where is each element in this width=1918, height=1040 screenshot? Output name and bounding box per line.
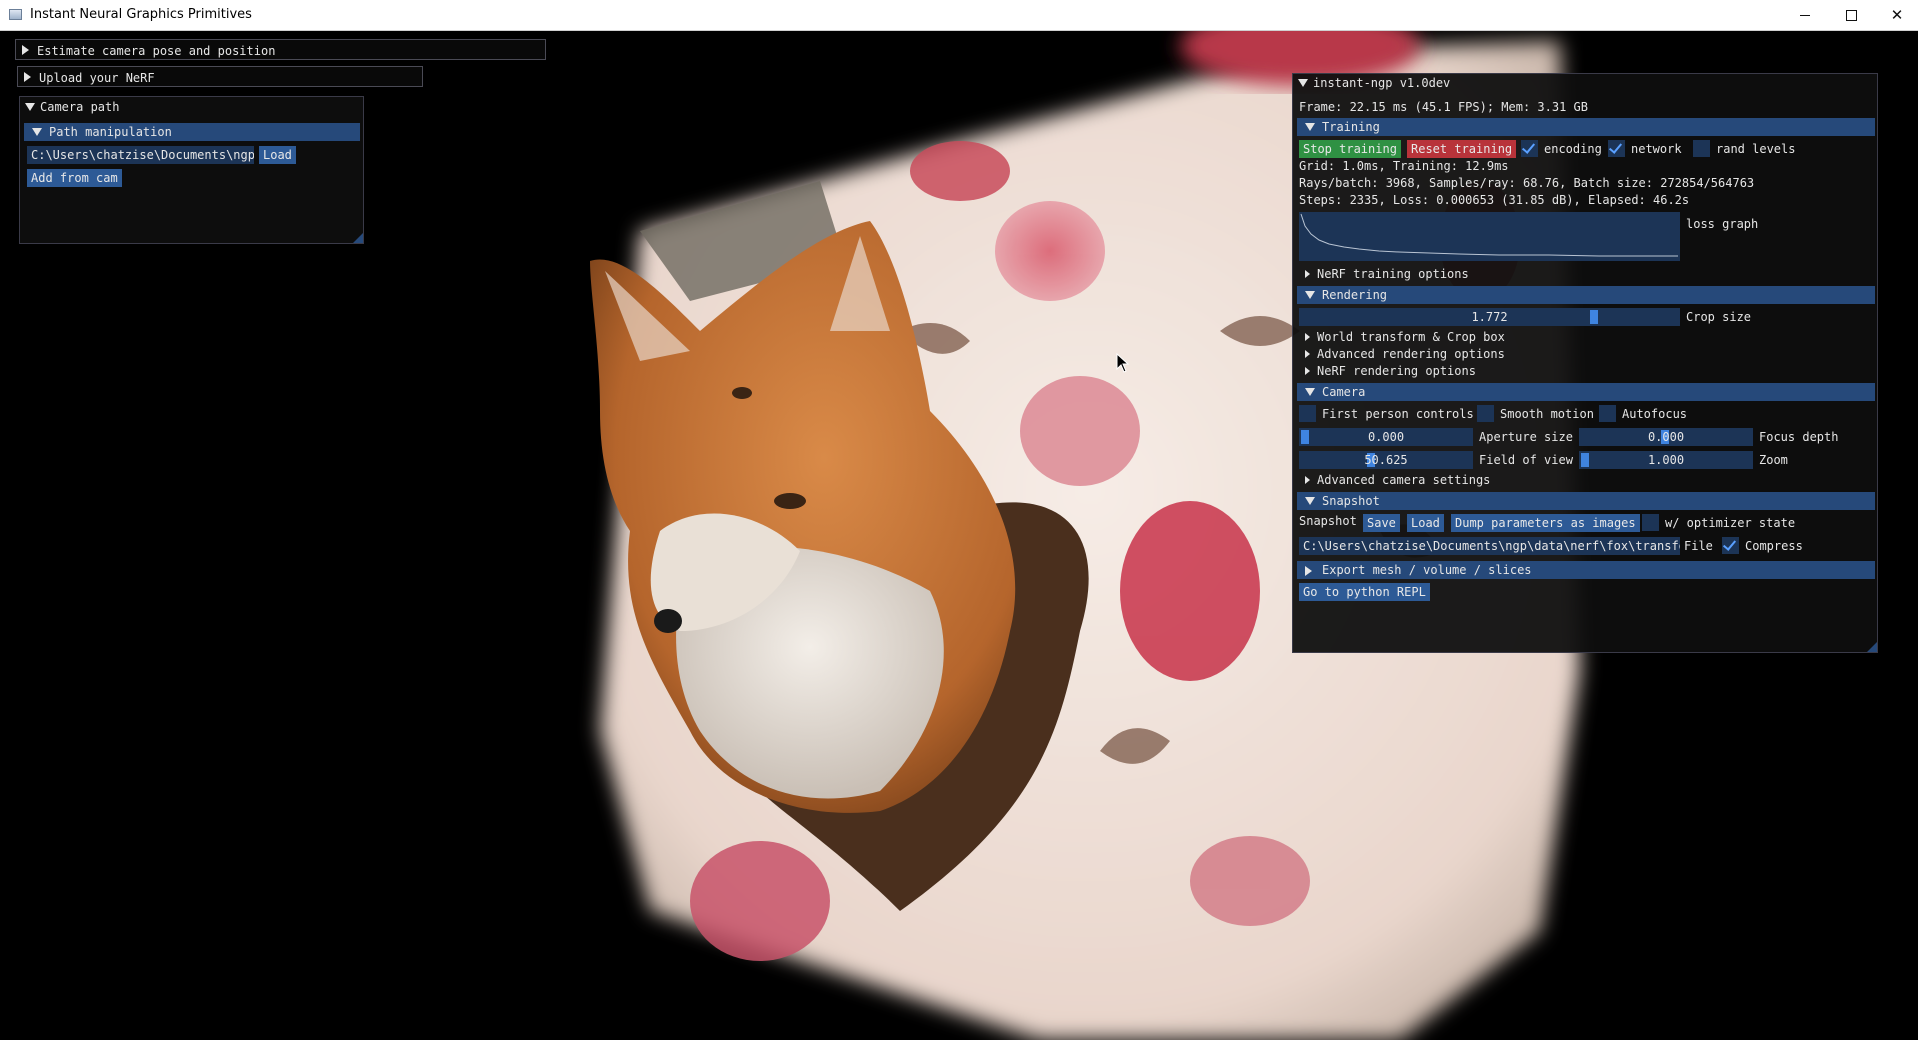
frame-info: Frame: 22.15 ms (45.1 FPS); Mem: 3.31 GB (1299, 100, 1588, 114)
expand-arrow-icon (1305, 270, 1310, 278)
optimizer-state-checkbox[interactable] (1642, 514, 1659, 531)
network-label: network (1631, 142, 1682, 156)
snapshot-file-label: File (1684, 539, 1713, 553)
export-header-label: Export mesh / volume / slices (1322, 563, 1532, 577)
dump-parameters-button[interactable]: Dump parameters as images (1451, 514, 1640, 532)
aperture-label: Aperture size (1479, 430, 1573, 444)
zoom-value: 1.000 (1647, 453, 1685, 467)
autofocus-checkbox[interactable] (1599, 405, 1616, 422)
upload-nerf-title: Upload your NeRF (39, 71, 155, 85)
aperture-slider[interactable]: 0.000 (1299, 428, 1473, 446)
window-title: Instant Neural Graphics Primitives (30, 7, 252, 22)
smooth-motion-label: Smooth motion (1500, 407, 1594, 421)
camera-path-title: Camera path (40, 100, 120, 114)
expand-arrow-icon (1305, 333, 1310, 341)
resize-grip[interactable] (1867, 642, 1877, 652)
expand-arrow-icon (1305, 566, 1312, 576)
first-person-label: First person controls (1322, 407, 1474, 421)
add-from-cam-button[interactable]: Add from cam (27, 169, 122, 187)
checkmark-icon (1608, 140, 1623, 154)
crop-size-value: 1.772 (1471, 310, 1508, 324)
path-manipulation-label: Path manipulation (49, 125, 172, 139)
camera-path-window: Camera path Path manipulation C:\Users\c… (19, 96, 364, 244)
minimize-icon (1800, 14, 1810, 16)
field-of-view-slider[interactable]: 50.625 (1299, 451, 1473, 469)
resize-grip[interactable] (353, 233, 363, 243)
export-header[interactable]: Export mesh / volume / slices (1297, 561, 1875, 579)
close-button[interactable]: ✕ (1874, 0, 1918, 30)
collapse-arrow-icon (24, 72, 31, 82)
encoding-label: encoding (1544, 142, 1602, 156)
autofocus-label: Autofocus (1622, 407, 1688, 421)
encoding-checkbox[interactable] (1521, 140, 1538, 157)
zoom-slider[interactable]: 1.000 (1579, 451, 1753, 469)
app-icon (9, 9, 22, 20)
expand-arrow-icon (1305, 367, 1310, 375)
focus-depth-slider[interactable]: 0.000 (1579, 428, 1753, 446)
close-icon: ✕ (1890, 6, 1904, 24)
network-checkbox[interactable] (1608, 140, 1625, 157)
camera-path-load-button[interactable]: Load (259, 146, 296, 164)
zoom-label: Zoom (1759, 453, 1788, 467)
estimate-camera-title: Estimate camera pose and position (37, 44, 276, 58)
field-of-view-value: 50.625 (1364, 453, 1408, 467)
mouse-cursor-icon (1116, 353, 1130, 373)
snapshot-save-button[interactable]: Save (1363, 514, 1400, 532)
aperture-value: 0.000 (1367, 430, 1405, 444)
checkmark-icon (1722, 537, 1737, 551)
title-bar: Instant Neural Graphics Primitives ✕ (0, 0, 1918, 31)
collapse-arrow-icon (32, 128, 42, 136)
camera-header[interactable]: Camera (1297, 383, 1875, 401)
collapse-arrow-icon[interactable] (25, 103, 35, 111)
rendering-header-label: Rendering (1322, 288, 1388, 302)
grid-info: Grid: 1.0ms, Training: 12.9ms (1299, 159, 1509, 173)
collapse-arrow-icon (1305, 497, 1315, 505)
loss-graph (1299, 212, 1680, 261)
crop-size-slider[interactable]: 1.772 (1299, 308, 1680, 326)
reset-training-button[interactable]: Reset training (1407, 140, 1517, 158)
snapshot-header-label: Snapshot (1322, 494, 1380, 508)
minimize-button[interactable] (1782, 0, 1828, 30)
field-of-view-label: Field of view (1479, 453, 1573, 467)
panel-title: instant-ngp v1.0dev (1313, 76, 1451, 90)
rand-levels-checkbox[interactable] (1693, 140, 1710, 157)
camera-header-label: Camera (1322, 385, 1366, 399)
collapse-arrow-icon (22, 45, 29, 55)
collapse-arrow-icon (1305, 291, 1315, 299)
crop-size-label: Crop size (1686, 310, 1752, 324)
collapse-arrow-icon (1305, 388, 1315, 396)
loss-graph-label: loss graph (1686, 217, 1759, 231)
focus-depth-value: 0.000 (1647, 430, 1685, 444)
estimate-camera-window[interactable]: Estimate camera pose and position (15, 39, 546, 60)
steps-info: Steps: 2335, Loss: 0.000653 (31.85 dB), … (1299, 193, 1690, 207)
rand-levels-label: rand levels (1716, 142, 1796, 156)
smooth-motion-checkbox[interactable] (1477, 405, 1494, 422)
focus-depth-label: Focus depth (1759, 430, 1839, 444)
stop-training-button[interactable]: Stop training (1299, 140, 1401, 158)
compress-checkbox[interactable] (1722, 537, 1739, 554)
expand-arrow-icon (1305, 350, 1310, 358)
compress-label: Compress (1745, 539, 1803, 553)
first-person-checkbox[interactable] (1299, 405, 1316, 422)
training-header[interactable]: Training (1297, 118, 1875, 136)
path-manipulation-header[interactable]: Path manipulation (24, 123, 360, 141)
maximize-icon (1845, 9, 1857, 21)
snapshot-header[interactable]: Snapshot (1297, 492, 1875, 510)
rendering-header[interactable]: Rendering (1297, 286, 1875, 304)
training-header-label: Training (1322, 120, 1380, 134)
camera-path-input[interactable]: C:\Users\chatzise\Documents\ngp\ (27, 146, 254, 164)
snapshot-path-input[interactable]: C:\Users\chatzise\Documents\ngp\data\ner… (1299, 537, 1680, 555)
python-repl-button[interactable]: Go to python REPL (1299, 583, 1430, 601)
maximize-button[interactable] (1828, 0, 1874, 30)
expand-arrow-icon (1305, 476, 1310, 484)
collapse-arrow-icon[interactable] (1298, 79, 1308, 87)
collapse-arrow-icon (1305, 123, 1315, 131)
checkmark-icon (1521, 140, 1536, 154)
upload-nerf-window[interactable]: Upload your NeRF (17, 66, 423, 87)
instant-ngp-panel: instant-ngp v1.0dev Frame: 22.15 ms (45.… (1292, 73, 1878, 653)
snapshot-load-button[interactable]: Load (1407, 514, 1444, 532)
rays-info: Rays/batch: 3968, Samples/ray: 68.76, Ba… (1299, 176, 1755, 190)
optimizer-state-label: w/ optimizer state (1665, 516, 1796, 530)
snapshot-label: Snapshot (1299, 514, 1357, 528)
